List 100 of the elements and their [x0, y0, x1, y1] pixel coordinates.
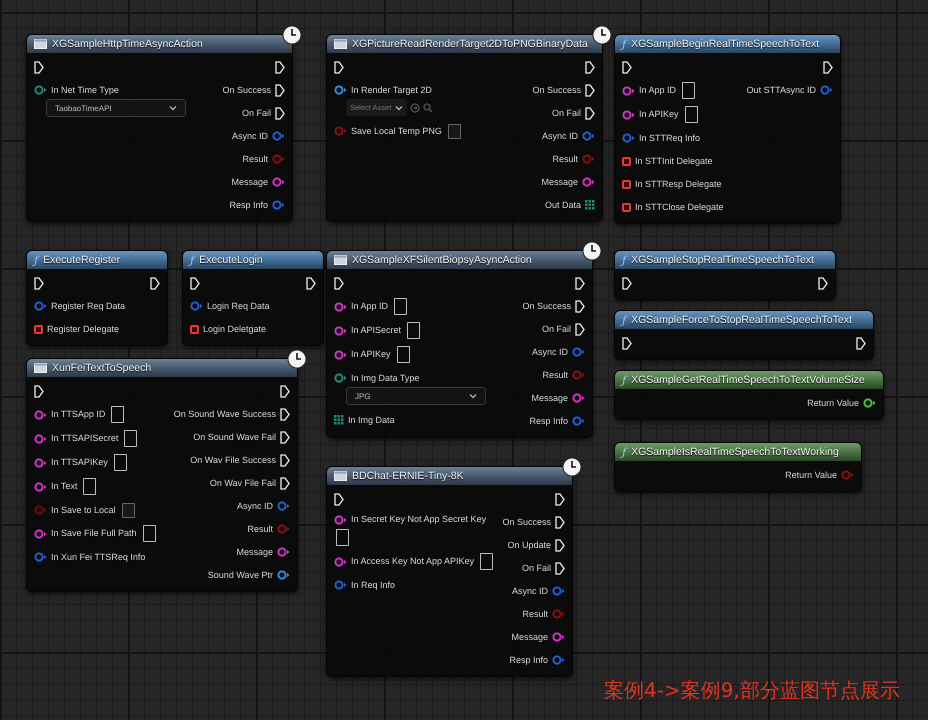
data-pin-icon[interactable]	[34, 85, 47, 95]
delegate-pin-icon[interactable]	[622, 202, 631, 212]
dropdown[interactable]: JPG	[346, 387, 486, 405]
exec-pin-icon[interactable]	[334, 60, 344, 74]
exec-pin-icon[interactable]	[622, 336, 632, 350]
blueprint-node[interactable]: BDChat-ERNIE-Tiny-8K In Secret Key Not App Secret Key In Access Key Not App APIKey In Req Info On Success On Update On Fail Async ID Result Message Resp Info	[326, 466, 573, 677]
input-field[interactable]	[480, 553, 494, 570]
exec-pin-icon[interactable]	[818, 276, 828, 290]
exec-pin-icon[interactable]	[34, 60, 44, 74]
data-pin-icon[interactable]	[34, 482, 47, 492]
blueprint-node[interactable]: ƒ XGSampleStopRealTimeSpeechToText	[614, 250, 836, 300]
array-pin-icon[interactable]	[334, 415, 344, 425]
exec-pin-icon[interactable]	[575, 276, 585, 290]
pin-label: Message	[531, 392, 568, 404]
exec-pin-icon[interactable]	[823, 60, 833, 74]
search-icon[interactable]	[423, 102, 434, 112]
input-field[interactable]	[407, 322, 420, 339]
data-pin-icon[interactable]	[34, 434, 47, 444]
input-field[interactable]	[684, 106, 698, 123]
exec-pin-icon[interactable]	[275, 60, 285, 74]
exec-pin-icon[interactable]	[280, 476, 290, 490]
delegate-pin-icon[interactable]	[622, 156, 631, 166]
exec-pin-icon[interactable]	[622, 276, 632, 290]
exec-pin-icon[interactable]	[856, 336, 866, 350]
input-field[interactable]	[83, 478, 96, 495]
input-field[interactable]	[142, 525, 156, 542]
blueprint-node[interactable]: ƒ ExecuteRegister Register Req Data Register Delegate	[26, 250, 168, 346]
arrow-circle-icon[interactable]	[410, 102, 420, 112]
pin-label: On Success	[502, 516, 551, 528]
blueprint-node[interactable]: ƒ XGSampleBeginRealTimeSpeechToText In App ID In APIKey In STTReq Info In STTInit Delegate In STTResp Delegate In STTClose Delegate Out STTAsync ID	[614, 34, 841, 224]
exec-pin-icon[interactable]	[555, 538, 565, 552]
data-pin-icon[interactable]	[582, 177, 595, 187]
exec-pin-icon[interactable]	[275, 84, 285, 96]
exec-pin-icon[interactable]	[555, 492, 565, 506]
data-pin-icon[interactable]	[863, 398, 876, 408]
exec-pin-icon[interactable]	[306, 276, 316, 290]
data-pin-icon[interactable]	[334, 373, 347, 383]
blueprint-node[interactable]: XGSampleHttpTimeAsyncAction In Net Time Type TaobaoTimeAPI On Success On Fail Async ID Result Message Resp Info	[26, 34, 293, 222]
window-icon	[334, 39, 347, 49]
data-pin-icon[interactable]	[272, 177, 285, 187]
pin-label: In Secret Key Not App Secret Key	[351, 514, 486, 525]
checkbox[interactable]	[448, 124, 461, 138]
exec-pin-icon[interactable]	[555, 516, 565, 528]
dropdown[interactable]: TaobaoTimeAPI	[46, 99, 186, 117]
data-pin-icon[interactable]	[572, 393, 585, 403]
input-field[interactable]	[396, 346, 410, 363]
input-field[interactable]	[114, 454, 127, 471]
exec-pin-icon[interactable]	[585, 106, 595, 120]
exec-pin-icon[interactable]	[622, 60, 632, 74]
data-pin-icon[interactable]	[34, 410, 47, 420]
data-pin-icon[interactable]	[334, 302, 347, 312]
blueprint-node[interactable]: ƒ XGSampleForceToStopRealTimeSpeechToText	[614, 310, 874, 360]
input-field[interactable]	[336, 529, 349, 546]
exec-pin-icon[interactable]	[585, 84, 595, 96]
blueprint-node[interactable]: XGSampleXFSilentBiopsyAsyncAction In App ID In APISecret In APIKey In Img Data Type JPG In Img Data On Success On Fail Async ID Result Message Resp Info	[326, 250, 593, 438]
delegate-pin-icon[interactable]	[34, 324, 43, 334]
exec-pin-icon[interactable]	[334, 276, 344, 290]
node-title: ExecuteLogin	[199, 254, 263, 266]
input-field[interactable]	[682, 82, 696, 99]
checkbox[interactable]	[122, 502, 135, 518]
pin-label: Resp Info	[229, 200, 268, 210]
blueprint-node[interactable]: ƒ XGSampleGetRealTimeSpeechToTextVolumeSize Return Value	[614, 370, 884, 420]
clock-icon	[287, 349, 307, 369]
caption: 案例4->案例9,部分蓝图节点展示	[604, 677, 900, 704]
data-pin-icon[interactable]	[34, 458, 47, 468]
exec-pin-icon[interactable]	[555, 562, 565, 574]
exec-pin-icon[interactable]	[280, 408, 290, 420]
input-field[interactable]	[394, 298, 408, 315]
data-pin-icon[interactable]	[334, 326, 347, 336]
blueprint-node[interactable]: ƒ XGSampleIsRealTimeSpeechToTextWorking Return Value	[614, 442, 862, 492]
array-pin-icon[interactable]	[585, 200, 595, 210]
exec-pin-icon[interactable]	[275, 106, 285, 120]
delegate-pin-icon[interactable]	[190, 324, 199, 334]
exec-pin-icon[interactable]	[34, 276, 44, 290]
blueprint-node[interactable]: ƒ ExecuteLogin Login Req Data Login Deletgate	[182, 250, 324, 346]
data-pin-icon[interactable]	[334, 85, 347, 95]
data-pin-icon[interactable]	[334, 350, 347, 360]
exec-pin-icon[interactable]	[280, 430, 290, 444]
exec-pin-icon[interactable]	[280, 454, 290, 466]
data-pin-icon[interactable]	[277, 547, 290, 557]
blueprint-node[interactable]	[26, 358, 298, 592]
clock-icon	[582, 241, 602, 261]
input-field[interactable]	[111, 406, 124, 423]
delegate-pin-icon[interactable]	[622, 180, 631, 188]
data-pin-icon[interactable]	[334, 556, 347, 566]
exec-pin-icon[interactable]	[585, 60, 595, 74]
data-pin-icon[interactable]	[277, 570, 290, 580]
data-pin-icon[interactable]	[552, 632, 565, 642]
data-pin-icon[interactable]	[334, 514, 347, 524]
exec-pin-icon[interactable]	[190, 276, 200, 290]
input-field[interactable]	[124, 430, 138, 447]
data-pin-icon[interactable]	[34, 528, 47, 538]
exec-pin-icon[interactable]	[280, 384, 290, 398]
data-pin-icon[interactable]	[622, 86, 635, 96]
exec-pin-icon[interactable]	[575, 322, 585, 336]
exec-pin-icon[interactable]	[150, 276, 160, 290]
exec-pin-icon[interactable]	[334, 492, 344, 506]
data-pin-icon[interactable]	[622, 110, 635, 120]
exec-pin-icon[interactable]	[34, 384, 44, 398]
exec-pin-icon[interactable]	[575, 300, 585, 312]
